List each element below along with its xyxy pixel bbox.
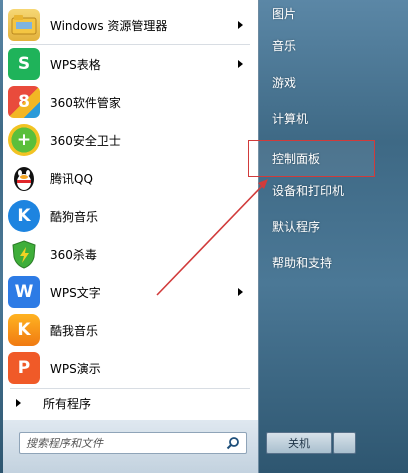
360-security-guard-icon: + bbox=[8, 124, 40, 156]
right-item-label: 图片 bbox=[272, 6, 297, 21]
program-label: 腾讯QQ bbox=[50, 171, 93, 186]
program-label: 酷我音乐 bbox=[50, 323, 99, 338]
right-item-label: 设备和打印机 bbox=[272, 183, 345, 198]
right-item-label: 帮助和支持 bbox=[272, 255, 333, 270]
program-item-360-software-manager[interactable]: 8 360软件管家 bbox=[6, 83, 253, 121]
all-programs-button[interactable]: 所有程序 bbox=[6, 392, 253, 414]
program-label: 360安全卫士 bbox=[50, 133, 121, 148]
wps-presentation-icon: P bbox=[8, 352, 40, 384]
right-item-label: 计算机 bbox=[272, 111, 309, 126]
right-item-computer[interactable]: 计算机 bbox=[266, 105, 386, 131]
program-item-tencent-qq[interactable]: 腾讯QQ bbox=[6, 159, 253, 197]
program-label: WPS文字 bbox=[50, 285, 101, 300]
submenu-arrow-icon bbox=[238, 288, 243, 296]
qq-penguin-icon bbox=[8, 162, 40, 194]
kuwo-music-icon: K bbox=[8, 314, 40, 346]
search-box bbox=[19, 432, 247, 454]
submenu-arrow-icon bbox=[238, 21, 243, 29]
program-item-360-antivirus[interactable]: 360杀毒 bbox=[6, 235, 253, 273]
program-label: WPS演示 bbox=[50, 361, 101, 376]
expand-arrow-icon bbox=[16, 399, 21, 407]
right-item-control-panel[interactable]: 控制面板 bbox=[266, 145, 386, 171]
right-item-help-and-support[interactable]: 帮助和支持 bbox=[266, 249, 386, 275]
program-item-windows-explorer[interactable]: Windows 资源管理器 bbox=[6, 6, 253, 44]
wps-writer-icon: W bbox=[8, 276, 40, 308]
program-label: WPS表格 bbox=[50, 57, 101, 72]
program-label: 360软件管家 bbox=[50, 95, 121, 110]
right-item-label: 默认程序 bbox=[272, 219, 321, 234]
search-area bbox=[3, 420, 259, 473]
program-label: 360杀毒 bbox=[50, 247, 97, 262]
right-item-devices-and-printers[interactable]: 设备和打印机 bbox=[266, 177, 386, 203]
program-label: Windows 资源管理器 bbox=[50, 18, 168, 33]
program-label: 酷狗音乐 bbox=[50, 209, 99, 224]
divider bbox=[10, 388, 250, 389]
wps-spreadsheet-icon: S bbox=[8, 48, 40, 80]
kugou-music-icon: K bbox=[8, 200, 40, 232]
search-icon[interactable] bbox=[226, 436, 240, 450]
right-item-music[interactable]: 音乐 bbox=[266, 32, 386, 58]
folder-icon bbox=[8, 9, 40, 41]
right-item-games[interactable]: 游戏 bbox=[266, 69, 386, 95]
program-item-wps-presentation[interactable]: P WPS演示 bbox=[6, 349, 253, 387]
program-item-kugou-music[interactable]: K 酷狗音乐 bbox=[6, 197, 253, 235]
program-item-wps-spreadsheet[interactable]: S WPS表格 bbox=[6, 45, 253, 83]
shutdown-options-button[interactable] bbox=[333, 432, 356, 454]
shutdown-label: 关机 bbox=[288, 437, 310, 450]
right-item-default-programs[interactable]: 默认程序 bbox=[266, 213, 386, 239]
all-programs-label: 所有程序 bbox=[43, 396, 92, 411]
right-item-label: 游戏 bbox=[272, 75, 297, 90]
right-item-label: 控制面板 bbox=[272, 151, 321, 166]
program-item-360-security-guard[interactable]: + 360安全卫士 bbox=[6, 121, 253, 159]
program-item-kuwo-music[interactable]: K 酷我音乐 bbox=[6, 311, 253, 349]
submenu-arrow-icon bbox=[238, 60, 243, 68]
program-item-wps-writer[interactable]: W WPS文字 bbox=[6, 273, 253, 311]
360-software-manager-icon: 8 bbox=[8, 86, 40, 118]
360-antivirus-icon bbox=[8, 238, 40, 270]
shutdown-button[interactable]: 关机 bbox=[266, 432, 332, 454]
right-item-label: 音乐 bbox=[272, 38, 297, 53]
right-item-pictures[interactable]: 图片 bbox=[266, 0, 386, 26]
search-input[interactable] bbox=[26, 434, 222, 452]
